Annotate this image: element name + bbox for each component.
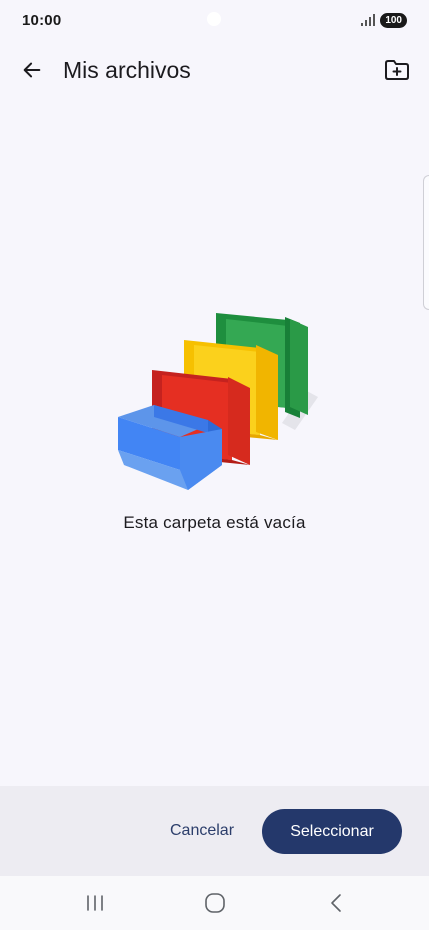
home-icon — [205, 893, 225, 913]
app-bar: Mis archivos — [0, 48, 429, 92]
bottom-action-panel: Cancelar Seleccionar — [0, 786, 429, 876]
cancel-button[interactable]: Cancelar — [158, 808, 246, 854]
select-button[interactable]: Seleccionar — [262, 809, 402, 854]
home-button[interactable] — [195, 889, 235, 917]
new-folder-icon — [385, 60, 409, 80]
recent-apps-icon — [87, 895, 103, 911]
camera-cutout — [207, 12, 221, 26]
empty-folder-message: Esta carpeta está vacía — [123, 513, 306, 532]
scroll-handle[interactable] — [423, 175, 429, 310]
recent-apps-button[interactable] — [75, 889, 115, 917]
battery-icon: 100 — [380, 12, 407, 28]
page-title: Mis archivos — [63, 57, 191, 83]
back-chevron-icon — [331, 894, 341, 912]
new-folder-button[interactable] — [383, 57, 411, 83]
status-time: 10:00 — [22, 11, 62, 29]
arrow-left-icon — [23, 62, 41, 78]
status-icons: 100 — [361, 12, 407, 28]
back-button[interactable] — [18, 56, 46, 84]
empty-folders-illustration — [118, 313, 318, 490]
system-nav-bar — [0, 876, 429, 930]
back-nav-button[interactable] — [316, 889, 356, 917]
signal-icon — [361, 14, 376, 26]
